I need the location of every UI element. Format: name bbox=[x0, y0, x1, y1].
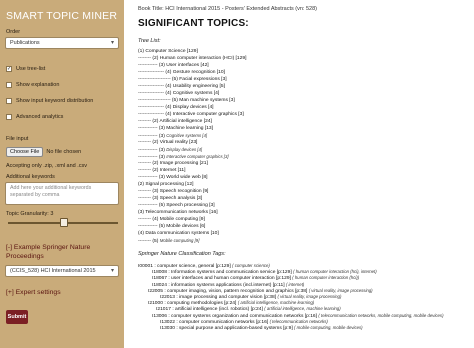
file-status: No file chosen bbox=[46, 149, 82, 155]
tree-list-item: -------------------- (5) Facial expressi… bbox=[138, 77, 227, 82]
order-select[interactable]: Publications ▾ bbox=[5, 37, 119, 49]
advanced-analytics-label: Advanced analytics bbox=[16, 114, 64, 120]
chevron-down-icon: ▾ bbox=[110, 268, 114, 274]
tree-list-item: ---------------- (4) Interactive compute… bbox=[138, 112, 244, 117]
example-proceedings-select[interactable]: (CCIS_528) HCI International 2015 ▾ bbox=[5, 265, 119, 277]
app-title: SMART TOPIC MINER bbox=[6, 10, 118, 22]
show-keyword-distribution-checkbox[interactable]: Show input keyword distribution bbox=[6, 98, 93, 104]
tree-list-item: ------------ (3) User interfaces [42] bbox=[138, 63, 209, 68]
keywords-textarea[interactable]: Add here your additional keywords separa… bbox=[5, 182, 119, 205]
show-explanation-label: Show explanation bbox=[16, 82, 60, 88]
sidebar: SMART TOPIC MINER Order Publications ▾ ✓… bbox=[0, 0, 124, 348]
tree-list-item: -------- (5) Mobile computing [9] bbox=[138, 238, 200, 244]
show-explanation-checkbox[interactable]: Show explanation bbox=[6, 82, 59, 88]
tree-list-item: ------------ (3) Display devices [4] bbox=[138, 147, 203, 153]
use-tree-list-label: Use tree-list bbox=[16, 66, 46, 72]
tree-list-item: ------------ (5) Mobile devices [6] bbox=[138, 224, 206, 229]
file-input-label: File input bbox=[6, 136, 29, 142]
tree-list-item: ------------ (3) Cognitive systems [4] bbox=[138, 133, 208, 139]
tree-list-item: -------- (2) Artificial intelligence [24… bbox=[138, 119, 212, 124]
use-tree-list-checkbox[interactable]: ✓ Use tree-list bbox=[6, 66, 45, 72]
file-input: Choose File No file chosen bbox=[6, 147, 81, 157]
results-panel: Book Title: HCI International 2015 - Pos… bbox=[130, 0, 470, 348]
granularity-slider-handle[interactable] bbox=[60, 218, 68, 227]
tree-list-item: ---------------- (4) Gesture recognition… bbox=[138, 70, 225, 75]
tree-list-item: (3) Telecommunication networks [16] bbox=[138, 210, 218, 215]
order-select-value: Publications bbox=[10, 40, 40, 46]
tree-list-item: -------- (3) Speech recognition [9] bbox=[138, 189, 209, 194]
tree-list-item: ------------ (3) Interactive computer gr… bbox=[138, 154, 229, 160]
example-proceedings-toggle[interactable]: [-] Example Springer Nature Proceedings bbox=[6, 243, 118, 261]
chevron-down-icon: ▾ bbox=[110, 40, 114, 46]
tree-list-item: ---------------- (4) Usability engineeri… bbox=[138, 84, 225, 89]
check-icon: ✓ bbox=[6, 66, 12, 72]
tree-list-item: -------- (3) Speech analysis [3] bbox=[138, 196, 203, 201]
granularity-label: Topic Granularity: 3 bbox=[6, 211, 54, 217]
tree-list-item: -------- (4) Mobile computing [9] bbox=[138, 217, 205, 222]
file-hint: Accepting only .zip, .xml and .csv bbox=[6, 163, 88, 169]
tree-list-item: -------- (2) Virtual reality [23] bbox=[138, 140, 198, 145]
show-keyword-distribution-label: Show input keyword distribution bbox=[16, 98, 94, 104]
example-select-value: (CCIS_528) HCI International 2015 bbox=[10, 268, 96, 274]
classification-tag: I13030 : special purpose and application… bbox=[160, 325, 363, 331]
tree-list-item: ---------------- (4) Display devices [4] bbox=[138, 105, 214, 110]
book-title: Book Title: HCI International 2015 - Pos… bbox=[138, 6, 317, 12]
order-label: Order bbox=[6, 29, 21, 35]
tree-list-item: (4) Data communication systems [10] bbox=[138, 231, 219, 236]
tree-list-item: -------------------- (5) Man machine sys… bbox=[138, 98, 235, 103]
classification-tags-title: Springer Nature Classification Tags: bbox=[138, 251, 226, 257]
advanced-analytics-checkbox[interactable]: Advanced analytics bbox=[6, 114, 63, 120]
page-title: SIGNIFICANT TOPICS: bbox=[138, 18, 249, 29]
tree-list-item: -------- (2) Human computer interaction … bbox=[138, 56, 247, 61]
tree-list-item: ------------ (3) Machine learning [13] bbox=[138, 126, 214, 131]
tree-list-item: -------- (2) Internet [11] bbox=[138, 168, 186, 173]
tree-list-item: ---------------- (4) Cognitive systems [… bbox=[138, 91, 220, 96]
submit-button[interactable]: Submit bbox=[6, 310, 28, 324]
tree-list-item: ------------ (5) Speech processing [3] bbox=[138, 203, 215, 208]
expert-settings-toggle[interactable]: [+] Expert settings bbox=[6, 289, 61, 296]
tree-list-item: -------- (2) Image processing [21] bbox=[138, 161, 208, 166]
tree-list-item: (1) Computer Science [129] bbox=[138, 49, 198, 54]
choose-file-button[interactable]: Choose File bbox=[6, 147, 44, 157]
tree-list-item: ------------ (3) World wide web [8] bbox=[138, 175, 208, 180]
tree-list-item: (2) Signal processing [12] bbox=[138, 182, 194, 187]
keywords-label: Additional keywords bbox=[6, 174, 55, 180]
tree-list-title: Tree List: bbox=[138, 38, 161, 44]
